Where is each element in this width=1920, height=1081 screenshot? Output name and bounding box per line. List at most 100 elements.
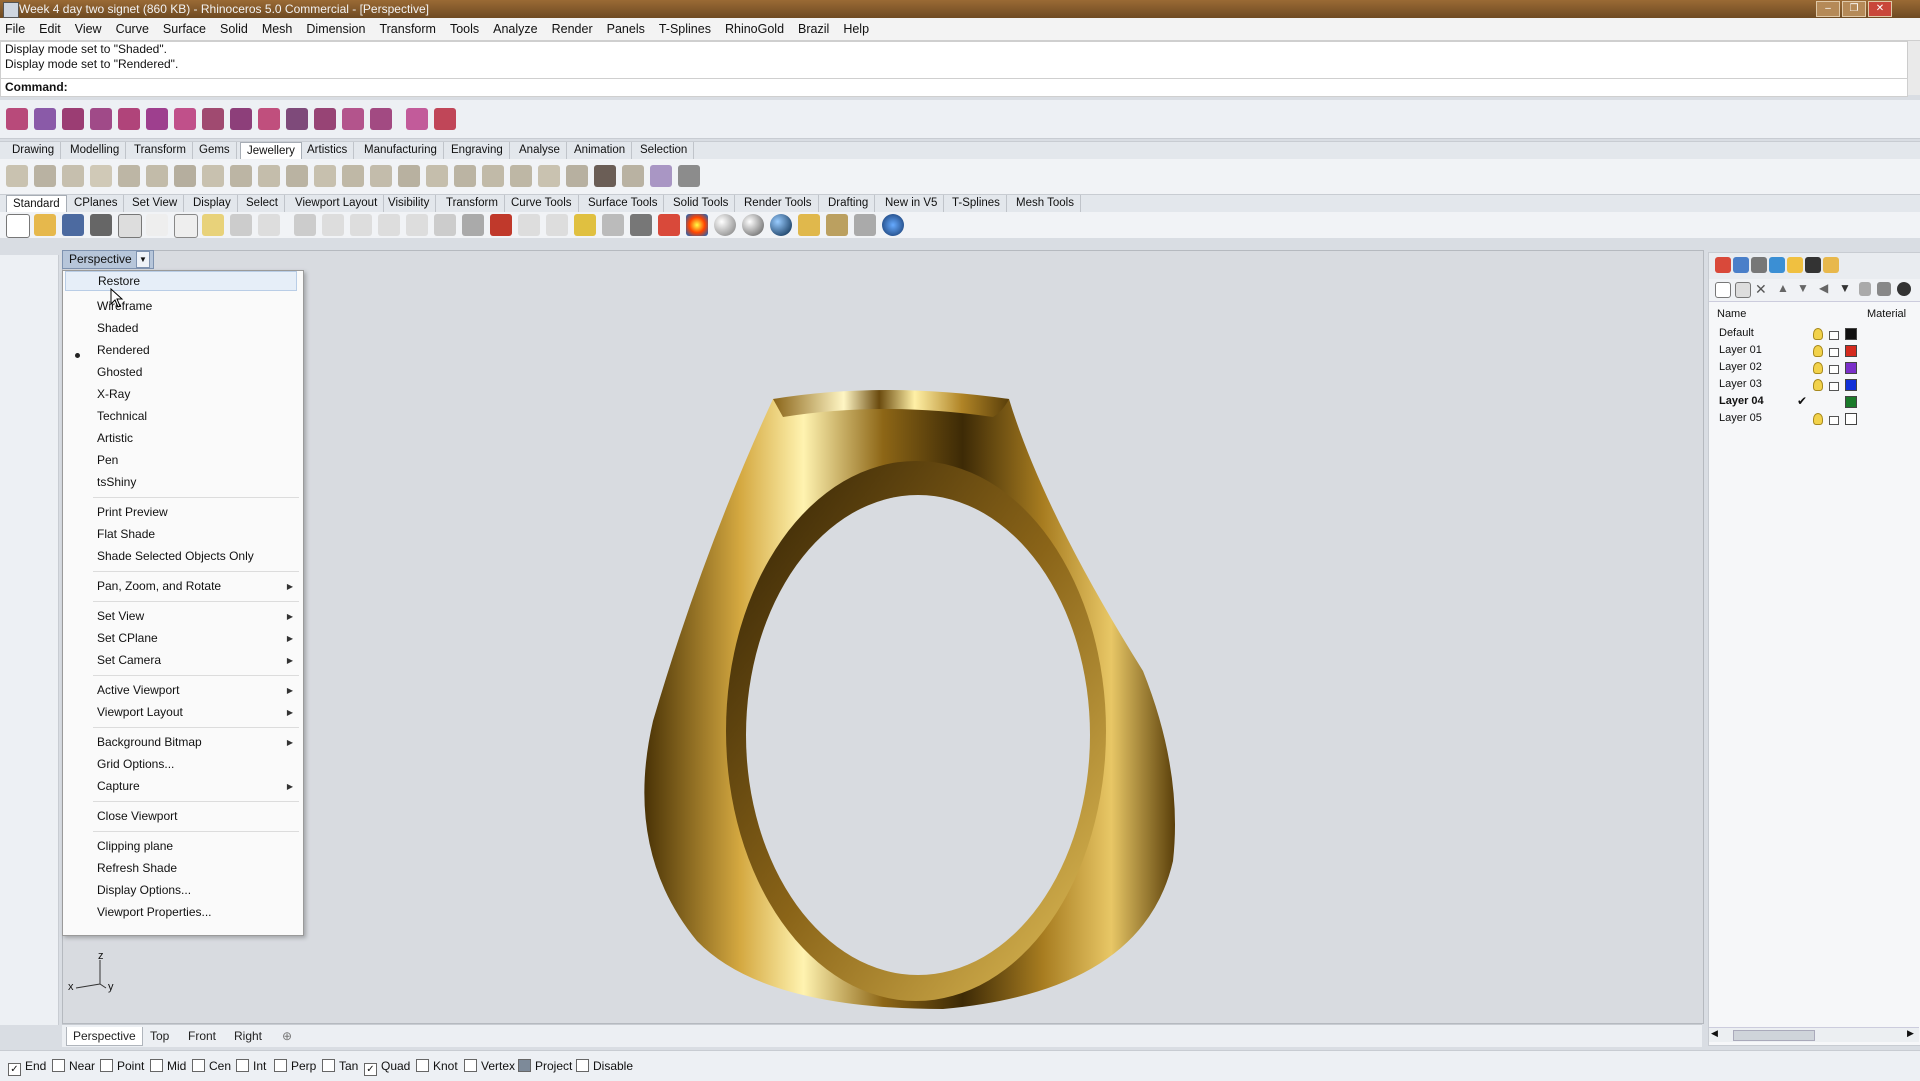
filter-icon[interactable]: ▼	[1839, 281, 1851, 295]
checkbox-icon[interactable]	[236, 1059, 249, 1072]
rhinogold-tab-icon[interactable]	[1805, 257, 1821, 273]
tab-transform[interactable]: Transform	[128, 142, 193, 159]
pendant-icon[interactable]	[146, 165, 168, 187]
osnap-cen[interactable]: Cen	[192, 1059, 231, 1073]
help-icon[interactable]	[1897, 282, 1911, 296]
osnap-near[interactable]: Near	[52, 1059, 95, 1073]
osnap-int[interactable]: Int	[236, 1059, 266, 1073]
menu-surface[interactable]: Surface	[156, 18, 213, 40]
menu-item-flat-shade[interactable]: Flat Shade	[97, 527, 155, 541]
hide-icon[interactable]	[546, 214, 568, 236]
rotate-view-icon[interactable]	[294, 214, 316, 236]
unlock-icon[interactable]	[1829, 382, 1839, 391]
command-history-scrollbar[interactable]	[1907, 41, 1920, 95]
tab-mesh-tools[interactable]: Mesh Tools	[1010, 195, 1081, 212]
menu-item-rendered[interactable]: Rendered	[97, 343, 150, 357]
menu-tools[interactable]: Tools	[443, 18, 486, 40]
close-button[interactable]: ✕	[1868, 1, 1892, 17]
rhinogold-icon[interactable]	[6, 108, 28, 130]
tools-icon[interactable]	[1859, 282, 1871, 296]
hinge-icon[interactable]	[566, 165, 588, 187]
heart-icon[interactable]	[398, 165, 420, 187]
scroll-right-icon[interactable]: ▶	[1907, 1028, 1914, 1039]
layers-tab-icon[interactable]	[1715, 257, 1731, 273]
tab-tsplines[interactable]: T-Splines	[946, 195, 1007, 212]
maximize-button[interactable]: ❐	[1842, 1, 1866, 17]
head-icon[interactable]	[286, 165, 308, 187]
leaf-icon[interactable]	[426, 165, 448, 187]
cast-icon[interactable]	[594, 165, 616, 187]
tab-engraving[interactable]: Engraving	[445, 142, 510, 159]
menu-mesh[interactable]: Mesh	[255, 18, 300, 40]
menu-item-xray[interactable]: X-Ray	[97, 387, 130, 401]
tab-surface-tools[interactable]: Surface Tools	[582, 195, 665, 212]
menu-transform[interactable]: Transform	[372, 18, 443, 40]
show-icon[interactable]	[574, 214, 596, 236]
layer-row[interactable]: Layer 02	[1709, 361, 1920, 375]
tab-right[interactable]: Right	[228, 1027, 268, 1045]
menu-item-artistic[interactable]: Artistic	[97, 431, 133, 445]
layer-color-swatch[interactable]	[1845, 328, 1857, 340]
tab-display[interactable]: Display	[187, 195, 238, 212]
clasp-icon[interactable]	[202, 165, 224, 187]
menu-item-tsshiny[interactable]: tsShiny	[97, 475, 136, 489]
visibility-bulb-icon[interactable]	[1813, 345, 1823, 357]
zoom-window-icon[interactable]	[350, 214, 372, 236]
chain-icon[interactable]	[286, 108, 308, 130]
checkbox-icon[interactable]	[192, 1059, 205, 1072]
engrave-icon[interactable]	[406, 108, 428, 130]
move-down-icon[interactable]: ▼	[1797, 281, 1809, 295]
tab-selection[interactable]: Selection	[634, 142, 695, 159]
menu-item-set-cplane[interactable]: Set CPlane	[97, 631, 158, 645]
cutter-icon[interactable]	[230, 108, 252, 130]
tab-manufacturing[interactable]: Manufacturing	[358, 142, 444, 159]
osnap-point[interactable]: Point	[100, 1059, 144, 1073]
visibility-bulb-icon[interactable]	[1813, 328, 1823, 340]
cut-icon[interactable]	[146, 214, 168, 236]
tab-render-tools[interactable]: Render Tools	[738, 195, 819, 212]
delete-layer-icon[interactable]: ✕	[1755, 281, 1767, 298]
checkbox-icon[interactable]	[52, 1059, 65, 1072]
unlock-icon[interactable]	[1829, 331, 1839, 340]
wrench-icon[interactable]	[1877, 282, 1891, 296]
checkbox-indeterminate-icon[interactable]	[518, 1059, 531, 1072]
menu-item-background-bitmap[interactable]: Background Bitmap	[97, 735, 202, 749]
tab-transform-2[interactable]: Transform	[440, 195, 505, 212]
dimension-icon[interactable]	[854, 214, 876, 236]
command-history[interactable]: Display mode set to "Shaded". Display mo…	[0, 41, 1908, 79]
tab-select[interactable]: Select	[240, 195, 285, 212]
tab-viewport-layout[interactable]: Viewport Layout	[289, 195, 385, 212]
menu-item-shade-selected[interactable]: Shade Selected Objects Only	[97, 549, 254, 563]
tab-drafting[interactable]: Drafting	[822, 195, 876, 212]
menu-item-set-view[interactable]: Set View	[97, 609, 144, 623]
menu-item-viewport-properties[interactable]: Viewport Properties...	[97, 905, 212, 919]
tab-cplanes[interactable]: CPlanes	[68, 195, 125, 212]
light-bulb-icon[interactable]	[602, 214, 624, 236]
help-icon[interactable]	[882, 214, 904, 236]
checkbox-icon[interactable]	[274, 1059, 287, 1072]
menu-item-set-camera[interactable]: Set Camera	[97, 653, 161, 667]
tab-analyse[interactable]: Analyse	[513, 142, 567, 159]
menu-item-grid-options[interactable]: Grid Options...	[97, 757, 174, 771]
minimize-button[interactable]: –	[1816, 1, 1840, 17]
move-parent-icon[interactable]: ◀	[1819, 281, 1828, 295]
menu-tsplines[interactable]: T-Splines	[652, 18, 718, 40]
properties-tab-icon[interactable]	[1733, 257, 1749, 273]
osnap-quad[interactable]: ✓ Quad	[364, 1059, 410, 1076]
four-viewports-icon[interactable]	[462, 214, 484, 236]
tab-top[interactable]: Top	[144, 1027, 175, 1045]
options-gear-icon[interactable]	[826, 214, 848, 236]
wire-icon[interactable]	[342, 165, 364, 187]
color-wheel-icon[interactable]	[686, 214, 708, 236]
unlock-icon[interactable]	[1829, 365, 1839, 374]
checkbox-checked-icon[interactable]: ✓	[364, 1063, 377, 1076]
command-input[interactable]	[69, 80, 1869, 94]
menu-item-display-options[interactable]: Display Options...	[97, 883, 191, 897]
filter-icon[interactable]	[798, 214, 820, 236]
checkbox-icon[interactable]	[576, 1059, 589, 1072]
osnap-perp[interactable]: Perp	[274, 1059, 316, 1073]
menu-solid[interactable]: Solid	[213, 18, 255, 40]
osnap-vertex[interactable]: Vertex	[464, 1059, 515, 1073]
column-name-header[interactable]: Name	[1717, 308, 1746, 320]
tab-drawing[interactable]: Drawing	[6, 142, 62, 159]
